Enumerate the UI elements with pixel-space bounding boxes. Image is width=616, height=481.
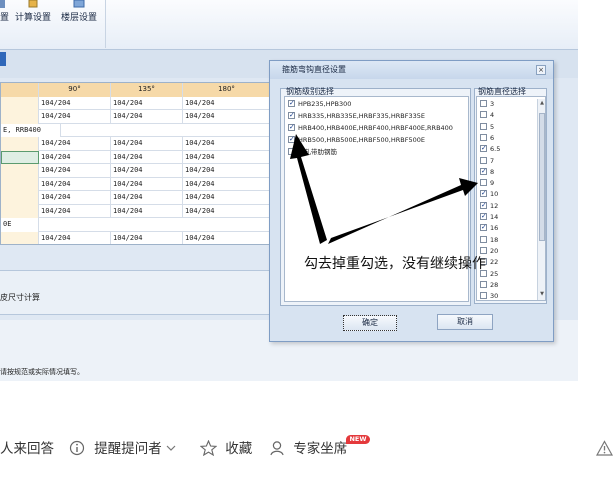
annotation-text: 勾去掉重勾选，没有继续操作	[304, 256, 486, 272]
remind-asker-button[interactable]: 提醒提问者	[69, 438, 176, 460]
info-icon	[69, 440, 85, 456]
arrow-right	[328, 178, 478, 244]
favorite-button[interactable]: 收藏	[199, 438, 252, 460]
new-badge: NEW	[346, 435, 370, 444]
answer-link[interactable]: 人来回答	[0, 438, 54, 460]
chevron-down-icon	[166, 445, 176, 451]
warning-icon	[595, 440, 614, 456]
star-icon	[199, 439, 218, 457]
annotation-arrows	[290, 134, 478, 244]
expert-seat-button[interactable]: 专家坐席	[269, 438, 347, 460]
report-button[interactable]	[595, 438, 614, 460]
expert-icon	[270, 441, 284, 456]
arrow-up-left	[290, 134, 327, 244]
